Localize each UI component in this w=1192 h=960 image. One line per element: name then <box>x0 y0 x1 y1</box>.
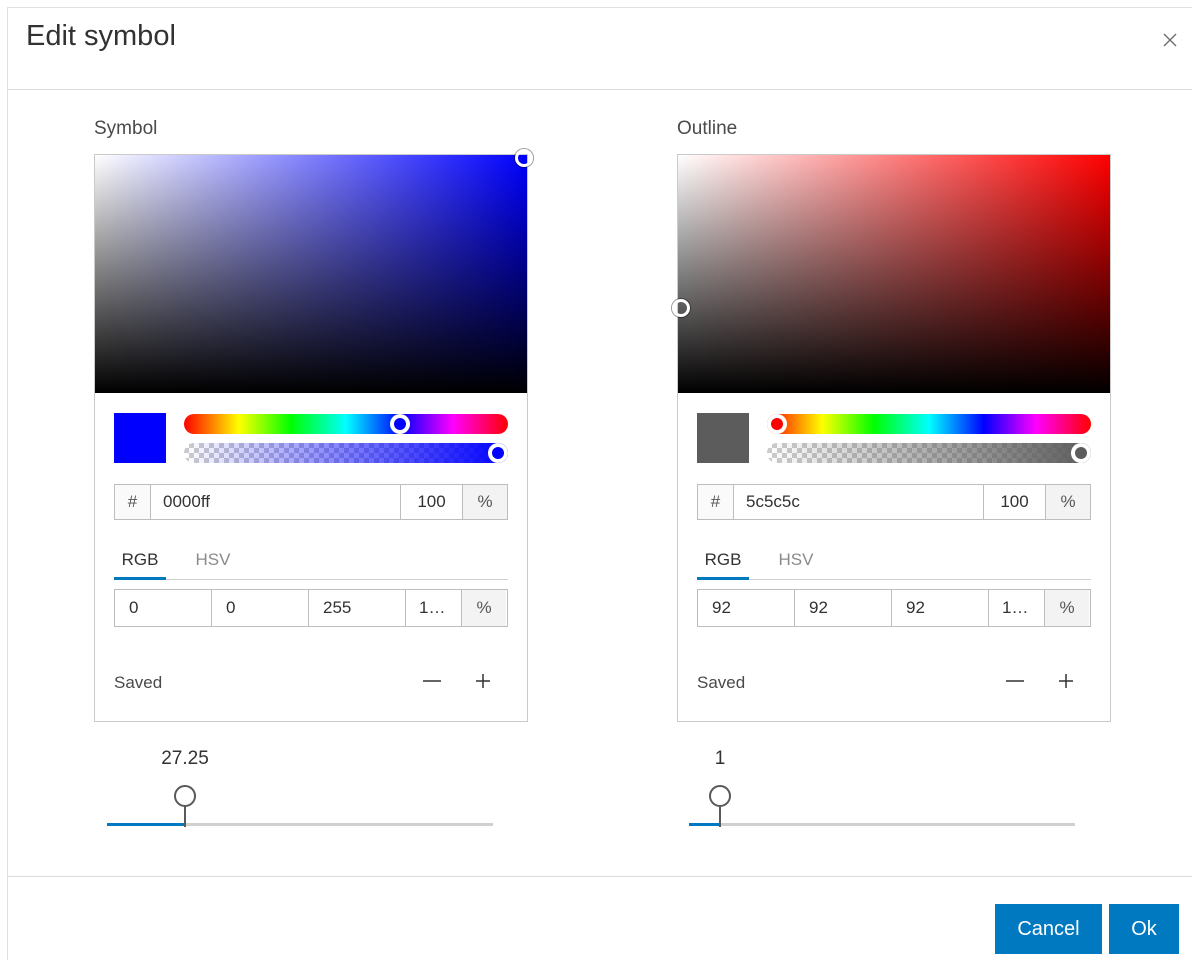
outline-tab-rgb[interactable]: RGB <box>697 547 749 580</box>
outline-add-saved-button[interactable] <box>1054 669 1078 693</box>
outline-tab-hsv[interactable]: HSV <box>769 547 823 580</box>
symbol-hex-row: # 0000ff 100 % <box>114 484 508 520</box>
symbol-g-input[interactable]: 0 <box>212 590 309 626</box>
outline-color-mode-tabs: RGB HSV <box>697 547 1091 580</box>
symbol-opacity-input[interactable]: 100 <box>401 485 463 519</box>
outline-hex-input[interactable]: 5c5c5c <box>734 485 984 519</box>
outline-g-input[interactable]: 92 <box>795 590 892 626</box>
symbol-remove-saved-button[interactable] <box>420 669 444 693</box>
symbol-alpha-slider[interactable] <box>184 443 508 463</box>
edit-symbol-dialog: Edit symbol Symbol # 0000ff 100 % RGB HS… <box>7 7 1192 960</box>
close-icon <box>1163 33 1177 47</box>
symbol-color-preview <box>114 413 166 463</box>
symbol-sv-handle[interactable] <box>515 149 533 167</box>
outline-a-unit: % <box>1045 590 1089 626</box>
symbol-channel-inputs: 0 0 255 1… % <box>114 589 508 627</box>
symbol-tab-rgb[interactable]: RGB <box>114 547 166 580</box>
dialog-footer: Cancel Ok <box>8 876 1192 960</box>
outline-sv-handle[interactable] <box>672 299 690 317</box>
symbol-saturation-value-area[interactable] <box>95 149 533 393</box>
symbol-a-input[interactable]: 1… <box>406 590 462 626</box>
minus-icon <box>1006 680 1024 682</box>
outline-b-input[interactable]: 92 <box>892 590 989 626</box>
symbol-size-value: 27.25 <box>161 748 209 769</box>
outline-hex-row: # 5c5c5c 100 % <box>697 484 1091 520</box>
outline-color-picker: # 5c5c5c 100 % RGB HSV 92 92 92 1… % Sav… <box>672 154 1111 722</box>
outline-color-preview <box>697 413 749 463</box>
outline-hue-thumb[interactable] <box>767 414 787 434</box>
symbol-hue-slider[interactable] <box>184 414 508 434</box>
dialog-header: Edit symbol <box>8 8 1192 90</box>
ok-button[interactable]: Ok <box>1109 904 1179 954</box>
outline-opacity-input[interactable]: 100 <box>984 485 1046 519</box>
symbol-opacity-unit: % <box>463 485 507 519</box>
symbol-color-mode-tabs: RGB HSV <box>114 547 508 580</box>
symbol-size-track[interactable] <box>107 823 493 826</box>
symbol-hex-input[interactable]: 0000ff <box>151 485 401 519</box>
outline-hue-slider[interactable] <box>767 414 1091 434</box>
outline-opacity-unit: % <box>1046 485 1090 519</box>
symbol-a-unit: % <box>462 590 506 626</box>
symbol-r-input[interactable]: 0 <box>115 590 212 626</box>
outline-size-track[interactable] <box>689 823 1075 826</box>
outline-hex-prefix: # <box>698 485 734 519</box>
symbol-tab-hsv[interactable]: HSV <box>186 547 240 580</box>
close-button[interactable] <box>1158 28 1182 52</box>
outline-remove-saved-button[interactable] <box>1003 669 1027 693</box>
dialog-title: Edit symbol <box>26 20 176 52</box>
outline-saved-label: Saved <box>697 673 746 692</box>
outline-r-input[interactable]: 92 <box>698 590 795 626</box>
symbol-hue-thumb[interactable] <box>390 414 410 434</box>
symbol-alpha-thumb[interactable] <box>488 443 508 463</box>
outline-size-thumb[interactable] <box>707 783 733 827</box>
symbol-b-input[interactable]: 255 <box>309 590 406 626</box>
outline-section-label: Outline <box>677 118 738 139</box>
cancel-button[interactable]: Cancel <box>995 904 1102 954</box>
symbol-saved-label: Saved <box>114 673 163 692</box>
symbol-size-thumb[interactable] <box>172 783 198 827</box>
outline-alpha-slider[interactable] <box>767 443 1091 463</box>
outline-channel-inputs: 92 92 92 1… % <box>697 589 1091 627</box>
outline-a-input[interactable]: 1… <box>989 590 1045 626</box>
plus-icon <box>1059 674 1073 688</box>
outline-size-value: 1 <box>714 748 726 769</box>
outline-size-slider[interactable]: 1 <box>689 743 1075 833</box>
outline-saturation-value-area[interactable] <box>672 155 1110 393</box>
plus-icon <box>476 674 490 688</box>
symbol-hex-prefix: # <box>115 485 151 519</box>
symbol-color-picker: # 0000ff 100 % RGB HSV 0 0 255 1… % Save… <box>94 149 533 722</box>
symbol-add-saved-button[interactable] <box>471 669 495 693</box>
minus-icon <box>423 680 441 682</box>
symbol-section-label: Symbol <box>94 118 158 139</box>
outline-alpha-thumb[interactable] <box>1071 443 1091 463</box>
symbol-size-slider[interactable]: 27.25 <box>107 743 493 833</box>
